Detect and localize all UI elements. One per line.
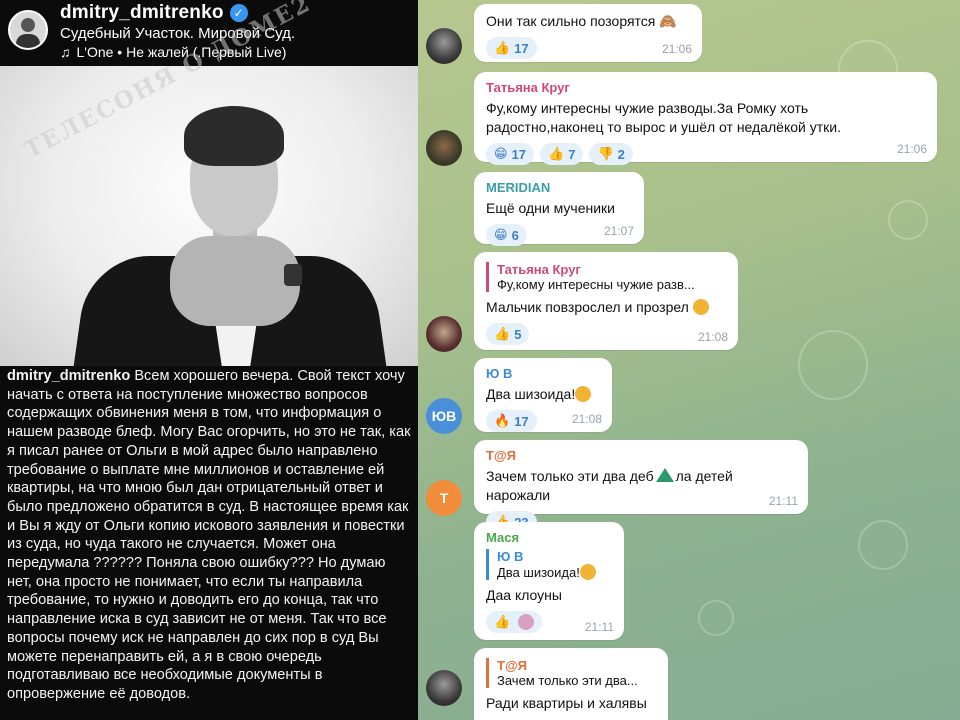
reply-quote[interactable]: Татьяна Круг Фу,кому интересны чужие раз… [486,262,726,292]
message-text: Фу,кому интересны чужие разводы.За Ромку… [486,100,841,135]
thumbs-up-icon: 👍 [494,40,511,55]
reply-text-row: Два шизоида! [497,564,612,580]
reaction-chip[interactable]: 👍 5 [486,323,530,345]
reply-sender: Ю В [497,549,524,564]
message-bubble[interactable]: Т@Я Зачем только эти два... Ради квартир… [474,648,668,720]
message-time: 21:06 [896,142,927,156]
message-text: Они так сильно позорятся 🙈 [486,13,677,29]
message-bubble[interactable]: Они так сильно позорятся 🙈 👍 17 21:06 [474,4,702,62]
avatar-head [21,18,35,32]
sender-avatar[interactable] [426,316,462,352]
reply-text: Фу,кому интересны чужие разв... [497,277,695,292]
sender-avatar[interactable] [426,130,462,166]
message-bubble[interactable]: Т@Я Зачем только эти два деб ла детей нар… [474,440,808,533]
facepalm-emoji-icon [579,564,596,580]
bg-doodle [798,330,868,400]
avatar-body [16,34,40,48]
reactions: 😁 17 👍 7 👎 2 [486,143,925,165]
story-photo [0,66,418,366]
reaction-chip[interactable]: 👎 2 [589,143,633,165]
message-time: 21:11 [768,494,798,508]
reaction-chip[interactable]: 👍 17 [486,37,537,59]
reactions: 👍 17 [486,37,690,59]
thumbs-up-icon: 👍 [494,326,511,341]
sender-name[interactable]: Ю В [486,366,600,381]
telegram-chat: Они так сильно позорятся 🙈 👍 17 21:06 Тат… [418,0,960,720]
message-text: Ещё одни мученики [486,200,615,216]
reaction-chip[interactable]: 👍 7 [540,143,584,165]
username[interactable]: dmitry_dmitrenko [60,2,224,24]
smile-emoji-icon [692,299,709,315]
message-text-row: Два шизоида! [486,385,600,404]
sender-name[interactable]: Мася [486,530,612,545]
sender-avatar[interactable] [426,670,462,706]
message-text: Ради квартиры и халявы [486,695,647,711]
message-bubble[interactable]: Татьяна Круг Фу,кому интересны чужие раз… [474,72,937,165]
bg-doodle [698,600,734,636]
message-bubble[interactable]: Ю В Два шизоида! 🔥 17 21:08 [474,358,612,432]
post-body: Всем хорошего вечера. Свой текст хочу на… [7,368,411,702]
avatar[interactable] [8,10,48,50]
screenshot-collage: dmitry_dmitrenko ✓ Судебный Участок. Мир… [0,0,960,720]
reaction-count: 2 [617,146,625,162]
reaction-chip[interactable]: 🔥 17 [486,410,537,432]
reply-sender: Татьяна Круг [497,262,581,277]
reply-text: Зачем только эти два... [497,673,638,688]
message-bubble[interactable]: Татьяна Круг Фу,кому интересны чужие раз… [474,252,738,350]
message-time: 21:07 [603,224,634,238]
post-author: dmitry_dmitrenko [7,368,131,384]
story-post-text: dmitry_dmitrenko Всем хорошего вечера. С… [7,367,413,704]
message-time: 21:08 [697,330,728,344]
reaction-count: 5 [514,326,522,342]
message-text-part: Зачем только эти два деб [486,468,654,484]
bg-doodle [858,520,908,570]
facepalm-emoji-icon [575,386,592,402]
message-bubble[interactable]: Мася Ю В Два шизоида! Даа клоуны 👍 21:11 [474,522,624,640]
reaction-chip[interactable]: 👍 [486,611,543,633]
message-text: Даа клоуны [486,587,562,603]
fire-icon: 🔥 [494,413,511,428]
reactions: 👍 5 [486,323,726,345]
sender-name[interactable]: Татьяна Круг [486,80,925,95]
sender-name[interactable]: MERIDIAN [486,180,632,195]
reaction-chip[interactable]: 😁 6 [486,224,527,246]
message-time: 21:11 [584,620,614,634]
triangle-marker-icon [655,468,674,482]
grin-icon: 😁 [494,146,508,161]
reply-sender: Т@Я [497,658,527,673]
reply-quote[interactable]: Ю В Два шизоида! [486,549,612,580]
message-bubble[interactable]: MERIDIAN Ещё одни мученики 😁 6 21:07 [474,172,644,246]
reaction-count: 17 [514,40,529,56]
sender-avatar[interactable]: ЮВ [426,398,462,434]
music-note-icon: ♫ [60,44,71,60]
reaction-chip[interactable]: 😁 17 [486,143,535,165]
sender-avatar[interactable]: Т [426,480,462,516]
photo-hands [170,236,300,326]
instagram-story: dmitry_dmitrenko ✓ Судебный Участок. Мир… [0,0,418,720]
thumbs-up-icon: 👍 [494,614,511,629]
reactor-avatars-icon [518,614,535,630]
message-time: 21:06 [661,42,692,56]
reply-quote[interactable]: Т@Я Зачем только эти два... [486,658,656,688]
message-text-row: Мальчик повзрослел и прозрел [486,298,726,317]
sender-avatar[interactable] [426,28,462,64]
reaction-count: 17 [511,146,527,162]
reply-text: Два шизоида! [497,565,580,580]
username-row: dmitry_dmitrenko ✓ [60,2,248,24]
thumbs-down-icon: 👎 [597,146,614,161]
grin-icon: 😁 [494,227,508,242]
message-text: Два шизоида! [486,386,576,402]
reaction-count: 6 [511,227,519,243]
photo-watch [284,264,302,286]
thumbs-up-icon: 👍 [548,146,565,161]
photo-hair [184,106,284,166]
message-text: Мальчик повзрослел и прозрел [486,299,689,315]
message-text-row: Зачем только эти два деб ла детей нарожал… [486,467,796,505]
reaction-count: 17 [514,413,529,429]
sender-name[interactable]: Т@Я [486,448,796,463]
bg-doodle [888,200,928,240]
message-time: 21:08 [571,412,602,426]
reaction-count: 7 [568,146,576,162]
